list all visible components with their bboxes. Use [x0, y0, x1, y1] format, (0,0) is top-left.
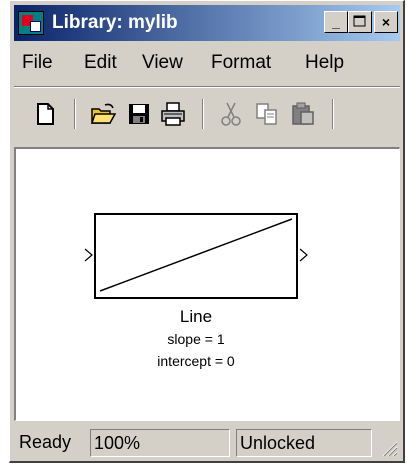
output-port-icon[interactable]	[299, 247, 309, 263]
menu-file[interactable]: File	[22, 52, 53, 74]
save-icon[interactable]	[126, 101, 152, 127]
window-title: Library: mylib	[52, 12, 178, 33]
maximize-button[interactable]	[348, 11, 372, 33]
model-canvas[interactable]: Line slope = 1 intercept = 0	[14, 147, 400, 421]
toolbar	[14, 93, 400, 137]
copy-icon[interactable]	[254, 101, 280, 127]
block-param-intercept: intercept = 0	[157, 353, 235, 369]
menu-bar: File Edit View Format Help	[14, 45, 400, 79]
status-lock: Unlocked	[236, 429, 372, 457]
title-bar[interactable]: Library: mylib _ ×	[14, 5, 400, 41]
menu-view[interactable]: View	[142, 52, 183, 74]
library-window: Library: mylib _ × File Edit View Format…	[9, 0, 405, 463]
close-button[interactable]: ×	[374, 11, 398, 33]
toolbar-separator	[332, 99, 334, 129]
open-folder-icon[interactable]	[90, 101, 116, 127]
block-param-slope: slope = 1	[167, 331, 225, 347]
menu-separator	[14, 86, 400, 88]
menu-format[interactable]: Format	[211, 52, 271, 74]
toolbar-separator	[74, 99, 76, 129]
line-block-icon	[99, 218, 293, 292]
cut-icon[interactable]	[218, 101, 244, 127]
block-name-label[interactable]: Line	[94, 307, 298, 327]
menu-edit[interactable]: Edit	[84, 52, 117, 74]
status-zoom: 100%	[90, 429, 230, 457]
print-icon[interactable]	[160, 101, 186, 127]
minimize-button[interactable]: _	[324, 11, 348, 33]
maximize-icon	[353, 15, 366, 27]
menu-help[interactable]: Help	[305, 52, 344, 74]
resize-grip-icon[interactable]	[380, 439, 398, 457]
new-document-icon[interactable]	[32, 101, 58, 127]
simulink-library-icon[interactable]	[18, 11, 44, 35]
status-state: Ready	[19, 432, 72, 452]
toolbar-separator	[202, 99, 204, 129]
status-bar: Ready 100% Unlocked	[14, 427, 400, 459]
line-block[interactable]	[94, 213, 298, 299]
input-port-icon[interactable]	[84, 247, 94, 263]
paste-icon[interactable]	[290, 101, 316, 127]
